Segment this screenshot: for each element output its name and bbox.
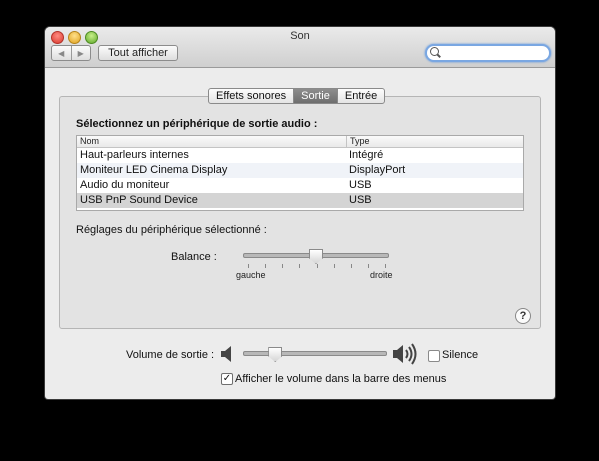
output-volume-label: Volume de sortie : (126, 349, 215, 361)
speaker-high-icon (393, 343, 417, 365)
device-name: USB PnP Sound Device (80, 194, 198, 206)
table-row[interactable]: Audio du moniteur USB (77, 178, 523, 193)
volume-slider-track[interactable] (243, 351, 387, 356)
device-type: DisplayPort (349, 164, 406, 176)
preferences-window: Son ◀ ▶ Tout afficher Effets sonores Sor… (45, 27, 555, 399)
back-forward-control: ◀ ▶ (51, 45, 91, 61)
table-row[interactable]: Moniteur LED Cinema Display DisplayPort (77, 163, 523, 178)
output-device-heading: Sélectionnez un périphérique de sortie a… (76, 118, 318, 130)
column-header-type[interactable]: Type (347, 136, 370, 147)
device-name: Audio du moniteur (80, 179, 170, 191)
volume-slider-knob[interactable] (268, 347, 283, 362)
chevron-right-icon: ▶ (77, 48, 84, 58)
show-volume-in-menubar-label: Afficher le volume dans la barre des men… (235, 373, 447, 385)
forward-button[interactable]: ▶ (72, 46, 91, 60)
table-row[interactable]: Haut-parleurs internes Intégré (77, 148, 523, 163)
tab-content-panel (59, 96, 541, 329)
title-bar: Son ◀ ▶ Tout afficher (45, 27, 555, 68)
tab-input[interactable]: Entrée (336, 89, 384, 103)
device-type: USB (349, 194, 372, 206)
mute-label: Silence (442, 349, 479, 361)
window-title: Son (290, 30, 310, 42)
device-type: USB (349, 179, 372, 191)
help-button[interactable]: ? (515, 308, 531, 324)
device-settings-label: Réglages du périphérique sélectionné : (76, 224, 267, 236)
balance-left-label: gauche (236, 270, 266, 280)
balance-tick-marks (248, 264, 386, 268)
tab-sound-effects[interactable]: Effets sonores (209, 89, 293, 103)
device-type: Intégré (349, 149, 384, 161)
chevron-left-icon: ◀ (58, 48, 65, 58)
back-button[interactable]: ◀ (52, 46, 72, 60)
checkmark-icon: ✓ (222, 373, 232, 384)
column-header-name[interactable]: Nom (77, 136, 347, 147)
search-icon (430, 47, 439, 56)
speaker-low-icon (221, 346, 231, 362)
show-all-button[interactable]: Tout afficher (98, 45, 178, 61)
balance-label: Balance : (171, 251, 217, 263)
output-device-table: Nom Type Haut-parleurs internes Intégré … (76, 135, 524, 211)
search-input[interactable] (443, 46, 543, 60)
search-field[interactable] (425, 44, 551, 62)
device-name: Haut-parleurs internes (80, 149, 189, 161)
tab-output[interactable]: Sortie (293, 89, 337, 103)
device-name: Moniteur LED Cinema Display (80, 164, 228, 176)
show-volume-in-menubar-checkbox[interactable]: ✓ (221, 373, 233, 385)
table-header: Nom Type (77, 136, 523, 148)
table-row-selected[interactable]: USB PnP Sound Device USB (77, 193, 523, 208)
tab-bar: Effets sonores Sortie Entrée (208, 88, 386, 104)
balance-right-label: droite (370, 270, 393, 280)
mute-checkbox[interactable] (428, 350, 440, 362)
